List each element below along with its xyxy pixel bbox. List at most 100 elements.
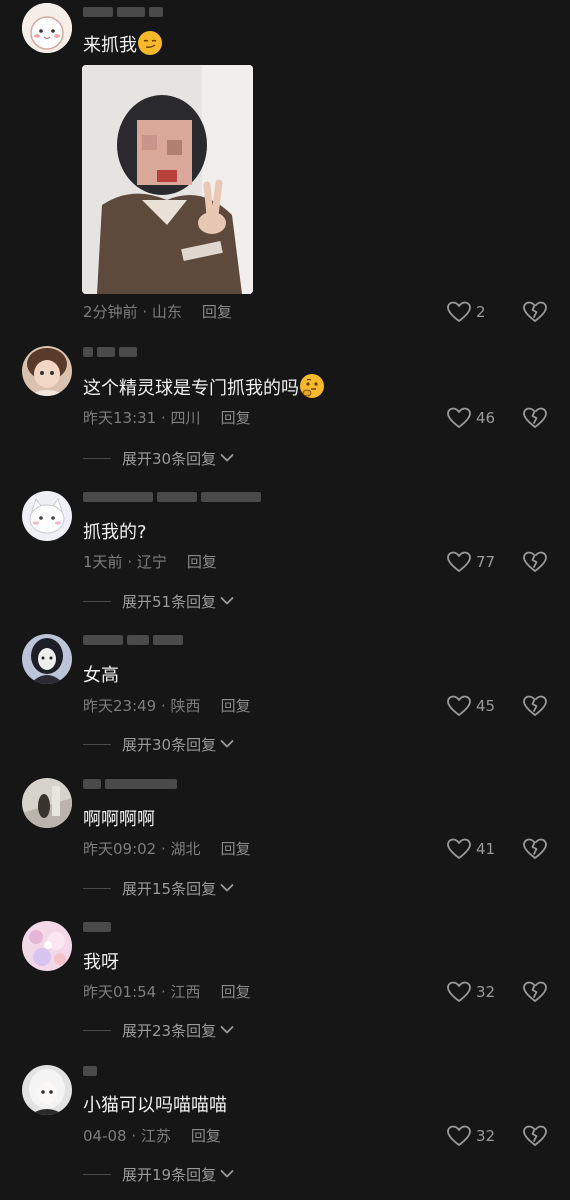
comment-text-value: 这个精灵球是专门抓我的吗: [83, 378, 299, 399]
divider: [83, 887, 111, 889]
like-button[interactable]: 41: [446, 837, 495, 861]
broken-heart-icon: [523, 695, 547, 716]
like-count: 46: [476, 409, 496, 427]
username-blurred[interactable]: [83, 1065, 101, 1077]
avatar[interactable]: [22, 1065, 72, 1115]
broken-heart-icon: [523, 551, 547, 572]
avatar[interactable]: [22, 491, 72, 541]
comment-time: 1天前: [83, 553, 123, 571]
dislike-button[interactable]: [521, 694, 549, 718]
chevron-down-icon: [220, 884, 234, 892]
expand-replies-label: 展开30条回复: [122, 735, 217, 754]
reply-button[interactable]: 回复: [221, 840, 251, 858]
comment-item: 女高 昨天23:49 · 陕西 回复 45 展开30条回复: [0, 628, 570, 763]
expand-replies-label: 展开30条回复: [122, 449, 217, 468]
comment-item: 小猫可以吗喵喵喵 04-08 · 江苏 回复 32 展开19条回复: [0, 1059, 570, 1200]
comment-time: 04-08: [83, 1127, 127, 1145]
heart-outline-icon: [447, 407, 471, 428]
divider: [83, 1029, 111, 1031]
like-count: 32: [476, 983, 496, 1001]
broken-heart-icon: [523, 838, 547, 859]
dislike-button[interactable]: [521, 406, 549, 430]
heart-outline-icon: [447, 695, 471, 716]
reply-button[interactable]: 回复: [221, 983, 251, 1001]
expand-replies-button[interactable]: 展开19条回复: [83, 1164, 234, 1184]
username-blurred[interactable]: [83, 6, 167, 18]
comment-time: 昨天23:49: [83, 697, 157, 715]
username-blurred[interactable]: [83, 921, 115, 933]
expand-replies-button[interactable]: 展开30条回复: [83, 734, 234, 754]
avatar[interactable]: [22, 346, 72, 396]
like-count: 41: [476, 840, 496, 858]
divider: [83, 1173, 111, 1175]
comment-time: 昨天01:54: [83, 983, 157, 1001]
comment-location: 四川: [170, 409, 201, 427]
comment-meta: 昨天13:31 · 四川 回复: [83, 409, 251, 427]
broken-heart-icon: [523, 407, 547, 428]
reply-button[interactable]: 回复: [221, 409, 251, 427]
reply-button[interactable]: 回复: [187, 553, 217, 571]
chevron-down-icon: [220, 1026, 234, 1034]
reply-button[interactable]: 回复: [221, 697, 251, 715]
chevron-down-icon: [220, 454, 234, 462]
divider: [83, 457, 111, 459]
comment-meta: 1天前 · 辽宁 回复: [83, 553, 217, 571]
like-button[interactable]: 32: [446, 1124, 495, 1148]
comment-item: 抓我的? 1天前 · 辽宁 回复 77 展开51条回复: [0, 485, 570, 620]
username-blurred[interactable]: [83, 491, 265, 503]
username-blurred[interactable]: [83, 634, 187, 646]
comment-meta: 昨天09:02 · 湖北 回复: [83, 840, 251, 858]
heart-outline-icon: [447, 1125, 471, 1146]
comment-item: 啊啊啊啊 昨天09:02 · 湖北 回复 41 展开15条回复: [0, 772, 570, 907]
username-blurred[interactable]: [83, 346, 141, 358]
avatar[interactable]: [22, 634, 72, 684]
comment-location: 湖北: [170, 840, 201, 858]
comment-meta: 昨天01:54 · 江西 回复: [83, 983, 251, 1001]
like-button[interactable]: 32: [446, 980, 495, 1004]
comment-photo[interactable]: [82, 65, 253, 294]
like-button[interactable]: 45: [446, 694, 495, 718]
like-button[interactable]: 77: [446, 550, 495, 574]
comment-text: 这个精灵球是专门抓我的吗: [83, 374, 324, 401]
like-button[interactable]: 2: [446, 300, 486, 324]
avatar[interactable]: [22, 3, 72, 53]
expand-replies-button[interactable]: 展开15条回复: [83, 878, 234, 898]
dislike-button[interactable]: [521, 980, 549, 1004]
expand-replies-button[interactable]: 展开23条回复: [83, 1020, 234, 1040]
divider: [83, 600, 111, 602]
heart-outline-icon: [447, 838, 471, 859]
comment-text: 女高: [83, 664, 119, 688]
like-count: 32: [476, 1127, 496, 1145]
avatar[interactable]: [22, 778, 72, 828]
avatar[interactable]: [22, 921, 72, 971]
comment-time: 2分钟前: [83, 303, 138, 321]
comment-text-value: 我呀: [83, 952, 119, 973]
like-button[interactable]: 46: [446, 406, 495, 430]
comment-time: 昨天13:31: [83, 409, 157, 427]
divider: [83, 743, 111, 745]
heart-outline-icon: [447, 981, 471, 1002]
comment-text: 来抓我: [83, 31, 162, 58]
comment-text: 抓我的?: [83, 521, 147, 545]
comment-text-value: 啊啊啊啊: [83, 809, 155, 830]
broken-heart-icon: [523, 1125, 547, 1146]
heart-outline-icon: [447, 551, 471, 572]
expand-replies-button[interactable]: 展开51条回复: [83, 591, 234, 611]
like-count: 2: [476, 303, 486, 321]
comment-location: 江苏: [140, 1127, 171, 1145]
dislike-button[interactable]: [521, 300, 549, 324]
dislike-button[interactable]: [521, 1124, 549, 1148]
like-count: 77: [476, 553, 496, 571]
reply-button[interactable]: 回复: [191, 1127, 221, 1145]
dislike-button[interactable]: [521, 837, 549, 861]
comment-text-value: 女高: [83, 665, 119, 686]
comment-time: 昨天09:02: [83, 840, 157, 858]
username-blurred[interactable]: [83, 778, 181, 790]
smirk-emoji-icon: [138, 31, 162, 55]
chevron-down-icon: [220, 1170, 234, 1178]
dislike-button[interactable]: [521, 550, 549, 574]
chevron-down-icon: [220, 740, 234, 748]
expand-replies-button[interactable]: 展开30条回复: [83, 448, 234, 468]
reply-button[interactable]: 回复: [202, 303, 232, 321]
comment-item: 我呀 昨天01:54 · 江西 回复 32 展开23条回复: [0, 915, 570, 1050]
